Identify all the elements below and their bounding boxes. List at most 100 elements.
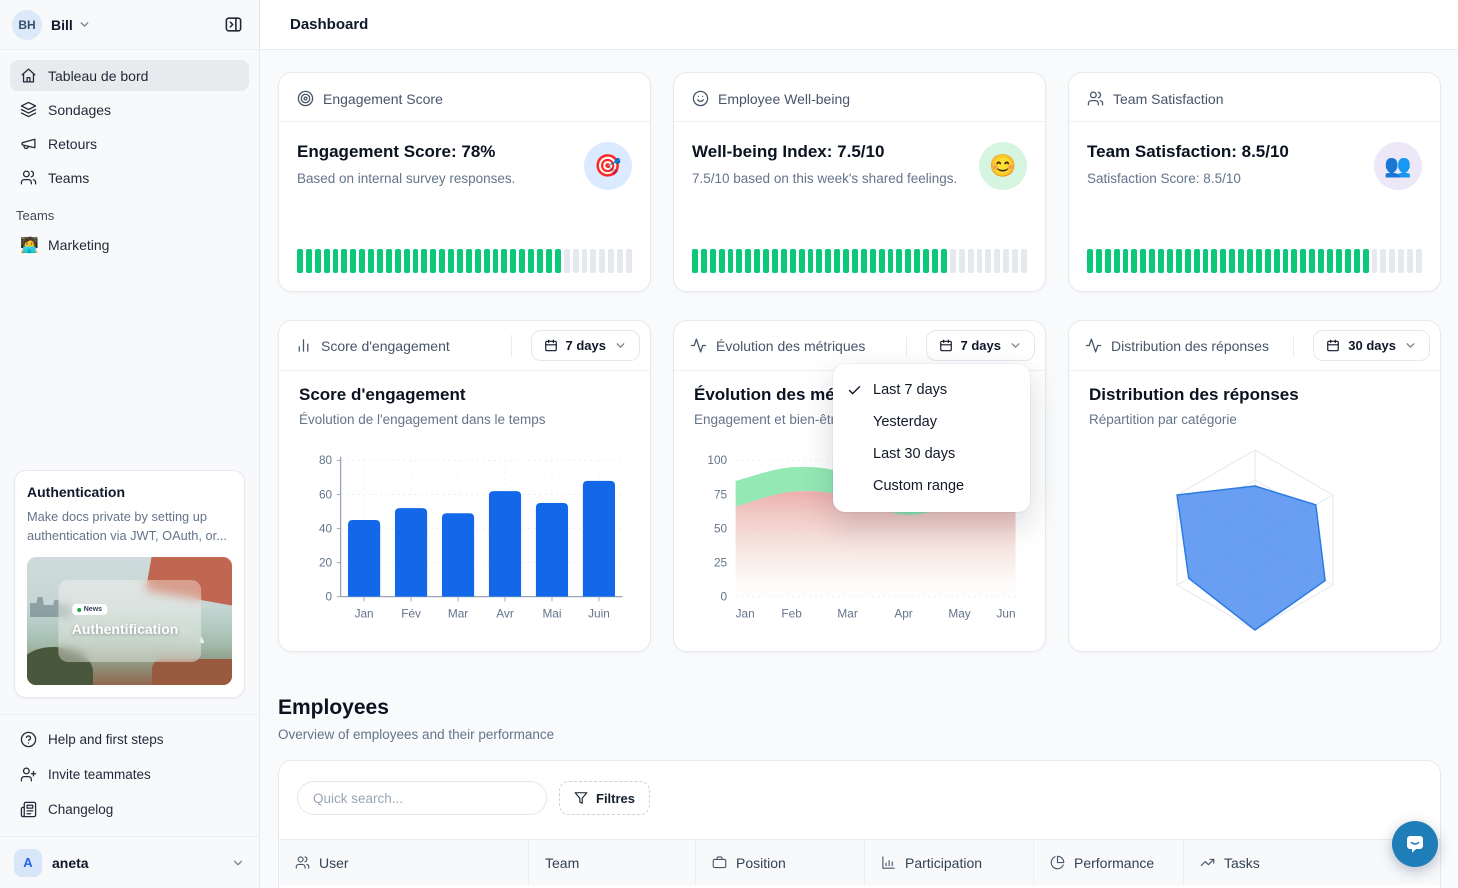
svg-text:Jan: Jan bbox=[736, 606, 755, 620]
menu-item-yesterday[interactable]: Yesterday bbox=[833, 406, 1030, 438]
employees-table-card: Filtres User Team bbox=[278, 760, 1441, 888]
sidebar-header: BH Bill bbox=[0, 0, 259, 50]
promo-image-caption: Authentification bbox=[72, 622, 188, 638]
well-being-progress-bar bbox=[692, 249, 1027, 273]
funnel-icon bbox=[574, 791, 588, 805]
teams-section-label: Teams bbox=[0, 196, 259, 229]
chevron-down-icon bbox=[78, 18, 91, 31]
svg-text:Jun: Jun bbox=[996, 606, 1015, 620]
search-input[interactable] bbox=[297, 781, 547, 815]
sidebar-item-invite[interactable]: Invite teammates bbox=[10, 758, 249, 791]
svg-text:20: 20 bbox=[319, 555, 333, 569]
svg-text:Mar: Mar bbox=[837, 606, 857, 620]
sidebar-footer: Help and first steps Invite teammates Ch… bbox=[0, 714, 259, 836]
sidebar-item-teams[interactable]: Teams bbox=[10, 162, 249, 193]
workspace-avatar: A bbox=[14, 849, 42, 877]
user-avatar[interactable]: BH bbox=[12, 10, 42, 40]
teams-list: 🧑‍💻 Marketing bbox=[0, 229, 259, 263]
page-title: Dashboard bbox=[290, 16, 368, 33]
date-range-menu: Last 7 days Yesterday Last 30 days Custo… bbox=[833, 364, 1030, 512]
kpi-card-header-label: Team Satisfaction bbox=[1113, 91, 1224, 107]
chart-card-header-label: Évolution des métriques bbox=[716, 338, 865, 354]
kpi-row: Engagement Score Engagement Score: 78% B… bbox=[278, 72, 1441, 292]
newspaper-icon bbox=[20, 801, 37, 818]
svg-text:May: May bbox=[948, 606, 970, 620]
chart-subtitle: Répartition par catégorie bbox=[1089, 412, 1420, 427]
sidebar-item-dashboard[interactable]: Tableau de bord bbox=[10, 60, 249, 91]
user-menu[interactable]: Bill bbox=[51, 17, 91, 33]
workspace-switcher[interactable]: A aneta bbox=[0, 836, 259, 888]
table-header-row: User Team Position bbox=[279, 839, 1440, 885]
svg-text:Avr: Avr bbox=[496, 606, 514, 620]
date-range-button[interactable]: 7 days bbox=[926, 330, 1035, 361]
pie-chart-icon bbox=[1050, 855, 1065, 870]
column-header-team[interactable]: Team bbox=[529, 840, 696, 885]
svg-text:0: 0 bbox=[326, 589, 333, 603]
chevron-down-icon bbox=[1404, 339, 1417, 352]
user-plus-icon bbox=[20, 766, 37, 783]
help-circle-icon bbox=[20, 731, 37, 748]
svg-text:40: 40 bbox=[319, 521, 333, 535]
kpi-card-header-label: Engagement Score bbox=[323, 91, 443, 107]
chevron-down-icon bbox=[614, 339, 627, 352]
column-header-performance[interactable]: Performance bbox=[1034, 840, 1184, 885]
panel-collapse-icon bbox=[224, 15, 243, 34]
calendar-icon bbox=[1326, 339, 1340, 353]
kpi-value: Well-being Index: 7.5/10 bbox=[692, 142, 1027, 162]
menu-item-last-7-days[interactable]: Last 7 days bbox=[833, 374, 1030, 406]
column-header-user[interactable]: User bbox=[279, 840, 529, 885]
kpi-card-employee-well-being: Employee Well-being Well-being Index: 7.… bbox=[673, 72, 1046, 292]
sidebar-item-feedback[interactable]: Retours bbox=[10, 128, 249, 159]
megaphone-icon bbox=[20, 135, 37, 152]
promo-card-authentication[interactable]: Authentication Make docs private by sett… bbox=[14, 470, 245, 698]
svg-text:75: 75 bbox=[714, 487, 728, 501]
kpi-card-header-label: Employee Well-being bbox=[718, 91, 850, 107]
chart-card-header-label: Score d'engagement bbox=[321, 338, 450, 354]
calendar-icon bbox=[939, 339, 953, 353]
sidebar-collapse-button[interactable] bbox=[219, 11, 247, 39]
chevron-down-icon bbox=[1009, 339, 1022, 352]
trending-up-icon bbox=[1200, 855, 1215, 870]
engagement-bar-chart: 020406080JanFévMarAvrMaiJuin bbox=[299, 435, 630, 641]
kpi-description: Satisfaction Score: 8.5/10 bbox=[1087, 171, 1422, 186]
svg-text:100: 100 bbox=[707, 453, 727, 467]
svg-text:Apr: Apr bbox=[894, 606, 912, 620]
target-icon bbox=[297, 90, 314, 107]
sidebar-item-surveys[interactable]: Sondages bbox=[10, 94, 249, 125]
bar-chart-icon bbox=[295, 337, 312, 354]
dart-emoji-badge: 🎯 bbox=[584, 142, 632, 190]
date-range-button[interactable]: 30 days bbox=[1313, 330, 1430, 361]
smile-emoji-badge: 😊 bbox=[979, 142, 1027, 190]
svg-text:60: 60 bbox=[319, 487, 333, 501]
distribution-radar-chart bbox=[1089, 435, 1420, 641]
promo-image: News Authentification bbox=[27, 557, 232, 685]
user-name: Bill bbox=[51, 17, 73, 33]
column-header-position[interactable]: Position bbox=[696, 840, 865, 885]
technologist-emoji-icon: 🧑‍💻 bbox=[20, 236, 37, 254]
svg-text:0: 0 bbox=[721, 589, 728, 603]
promo-description: Make docs private by setting up authenti… bbox=[27, 507, 232, 545]
sidebar-item-label: Tableau de bord bbox=[48, 68, 148, 84]
employees-subtitle: Overview of employees and their performa… bbox=[278, 727, 1441, 742]
team-item-marketing[interactable]: 🧑‍💻 Marketing bbox=[10, 229, 249, 260]
engagement-progress-bar bbox=[297, 249, 632, 273]
sidebar-item-help[interactable]: Help and first steps bbox=[10, 723, 249, 756]
filters-button[interactable]: Filtres bbox=[559, 781, 650, 815]
menu-item-last-30-days[interactable]: Last 30 days bbox=[833, 438, 1030, 470]
chart-card-response-distribution: Distribution des réponses 30 days Distri… bbox=[1068, 320, 1441, 652]
chart-card-engagement-score: Score d'engagement 7 days Score d'engage… bbox=[278, 320, 651, 652]
busts-emoji-badge: 👥 bbox=[1374, 142, 1422, 190]
sidebar-item-label: Changelog bbox=[48, 802, 113, 817]
svg-text:Mar: Mar bbox=[448, 606, 468, 620]
kpi-value: Engagement Score: 78% bbox=[297, 142, 632, 162]
menu-item-custom-range[interactable]: Custom range bbox=[833, 470, 1030, 502]
chat-launcher-button[interactable] bbox=[1392, 821, 1438, 867]
svg-text:Juin: Juin bbox=[588, 606, 610, 620]
chart-title: Score d'engagement bbox=[299, 385, 630, 405]
activity-icon bbox=[690, 337, 707, 354]
column-header-participation[interactable]: Participation bbox=[865, 840, 1034, 885]
date-range-button[interactable]: 7 days bbox=[531, 330, 640, 361]
chart-card-header-label: Distribution des réponses bbox=[1111, 338, 1269, 354]
sidebar-item-changelog[interactable]: Changelog bbox=[10, 793, 249, 826]
sidebar-item-label: Invite teammates bbox=[48, 767, 151, 782]
